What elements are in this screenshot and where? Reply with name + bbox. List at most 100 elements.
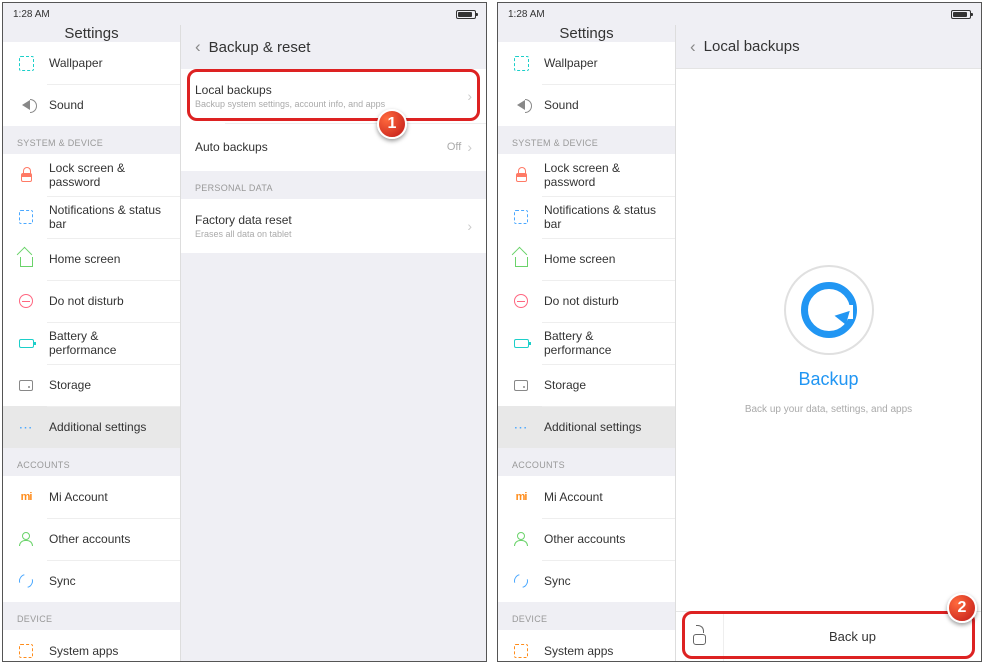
sidebar-item-lock[interactable]: Lock screen & password (3, 154, 180, 196)
row-local-backups[interactable]: Local backups Backup system settings, ac… (181, 69, 486, 123)
sidebar-item-battery[interactable]: Battery & performance (3, 322, 180, 364)
sound-icon (17, 96, 35, 114)
lock-toggle[interactable] (676, 612, 724, 661)
sidebar-item-mi-account[interactable]: mi Mi Account (498, 476, 675, 518)
sidebar-item-label: Other accounts (544, 532, 661, 546)
battery-icon (456, 10, 476, 19)
section-header-device: DEVICE (3, 602, 180, 630)
sidebar-item-sound[interactable]: Sound (3, 84, 180, 126)
wallpaper-icon (17, 54, 35, 72)
sidebar-item-label: System apps (49, 644, 166, 658)
sidebar-item-notifications[interactable]: Notifications & status bar (498, 196, 675, 238)
sidebar-item-lock[interactable]: Lock screen & password (498, 154, 675, 196)
sound-icon (512, 96, 530, 114)
annotation-badge-1: 1 (377, 109, 407, 139)
backup-button[interactable]: Back up (724, 629, 981, 644)
status-bar: 1:28 AM (498, 3, 981, 25)
sidebar-item-home[interactable]: Home screen (498, 238, 675, 280)
sidebar-title: Settings (3, 25, 180, 42)
apps-icon (512, 642, 530, 660)
row-factory-reset[interactable]: Factory data reset Erases all data on ta… (181, 199, 486, 253)
sidebar-item-label: Do not disturb (49, 294, 166, 308)
sidebar-item-dnd[interactable]: Do not disturb (3, 280, 180, 322)
more-icon: ⋯ (17, 418, 35, 436)
sidebar-item-label: Other accounts (49, 532, 166, 546)
page-title: Backup & reset (209, 39, 311, 56)
sidebar-item-label: Wallpaper (544, 56, 661, 70)
notifications-icon (17, 208, 35, 226)
dnd-icon (17, 292, 35, 310)
page-title: Local backups (704, 38, 800, 55)
sidebar-item-home[interactable]: Home screen (3, 238, 180, 280)
sync-icon (17, 572, 35, 590)
sidebar-item-additional[interactable]: ⋯ Additional settings (3, 406, 180, 448)
row-auto-backups[interactable]: Auto backups Off › (181, 123, 486, 171)
unlock-icon (693, 634, 706, 645)
sidebar-item-label: Additional settings (49, 420, 166, 434)
device-screen-2: 1:28 AM Settings Wallpaper Sound SYSTEM … (497, 2, 982, 662)
person-icon (17, 530, 35, 548)
row-value: Off (447, 141, 461, 153)
row-label: Factory data reset (195, 213, 467, 227)
storage-icon (17, 376, 35, 394)
sidebar-item-label: Home screen (49, 252, 166, 266)
home-icon (17, 250, 35, 268)
dnd-icon (512, 292, 530, 310)
lock-icon (17, 166, 35, 184)
annotation-badge-2: 2 (947, 593, 977, 623)
back-button[interactable]: ‹ (195, 37, 201, 57)
content-backup-reset: ‹ Backup & reset Local backups Backup sy… (181, 25, 486, 661)
section-header-personal-data: PERSONAL DATA (181, 171, 486, 199)
section-header-system: SYSTEM & DEVICE (3, 126, 180, 154)
back-button[interactable]: ‹ (690, 37, 696, 57)
chevron-right-icon: › (467, 88, 472, 104)
status-bar: 1:28 AM (3, 3, 486, 25)
clock: 1:28 AM (508, 9, 545, 20)
settings-sidebar: Settings Wallpaper Sound SYSTEM & DEVICE… (498, 25, 676, 661)
sidebar-item-sync[interactable]: Sync (498, 560, 675, 602)
battery-perf-icon (512, 334, 530, 352)
sidebar-item-battery[interactable]: Battery & performance (498, 322, 675, 364)
mi-icon: mi (512, 488, 530, 506)
sidebar-item-sound[interactable]: Sound (498, 84, 675, 126)
section-header-accounts: ACCOUNTS (3, 448, 180, 476)
settings-sidebar: Settings Wallpaper Sound SYSTEM & DEVICE… (3, 25, 181, 661)
row-label: Local backups (195, 83, 467, 97)
sidebar-item-system-apps[interactable]: System apps (498, 630, 675, 661)
device-screen-1: 1:28 AM Settings Wallpaper Sound SYSTEM … (2, 2, 487, 662)
sidebar-item-storage[interactable]: Storage (498, 364, 675, 406)
sidebar-item-additional[interactable]: ⋯Additional settings (498, 406, 675, 448)
row-sublabel: Erases all data on tablet (195, 229, 467, 239)
sidebar-item-sync[interactable]: Sync (3, 560, 180, 602)
notifications-icon (512, 208, 530, 226)
sidebar-item-other-accounts[interactable]: Other accounts (3, 518, 180, 560)
row-label: Auto backups (195, 140, 447, 154)
sidebar-item-label: System apps (544, 644, 661, 658)
sidebar-item-wallpaper[interactable]: Wallpaper (3, 42, 180, 84)
backup-heading: Backup (798, 369, 858, 390)
sidebar-item-label: Battery & performance (544, 329, 661, 357)
sidebar-item-label: Mi Account (49, 490, 166, 504)
sidebar-item-label: Wallpaper (49, 56, 166, 70)
sidebar-item-storage[interactable]: Storage (3, 364, 180, 406)
sidebar-item-mi-account[interactable]: miMi Account (3, 476, 180, 518)
sidebar-item-wallpaper[interactable]: Wallpaper (498, 42, 675, 84)
chevron-right-icon: › (467, 139, 472, 155)
section-header-device: DEVICE (498, 602, 675, 630)
sidebar-item-label: Mi Account (544, 490, 661, 504)
battery-perf-icon (17, 334, 35, 352)
sidebar-item-label: Notifications & status bar (49, 203, 166, 231)
sidebar-item-label: Sound (544, 98, 661, 112)
sidebar-item-notifications[interactable]: Notifications & status bar (3, 196, 180, 238)
content-local-backups: ‹ Local backups Backup Back up your data… (676, 25, 981, 661)
apps-icon (17, 642, 35, 660)
sidebar-item-dnd[interactable]: Do not disturb (498, 280, 675, 322)
sidebar-item-label: Sync (49, 574, 166, 588)
sidebar-title: Settings (498, 25, 675, 42)
sidebar-item-system-apps[interactable]: System apps (3, 630, 180, 661)
section-header-system: SYSTEM & DEVICE (498, 126, 675, 154)
chevron-right-icon: › (467, 218, 472, 234)
more-icon: ⋯ (512, 418, 530, 436)
home-icon (512, 250, 530, 268)
sidebar-item-other-accounts[interactable]: Other accounts (498, 518, 675, 560)
